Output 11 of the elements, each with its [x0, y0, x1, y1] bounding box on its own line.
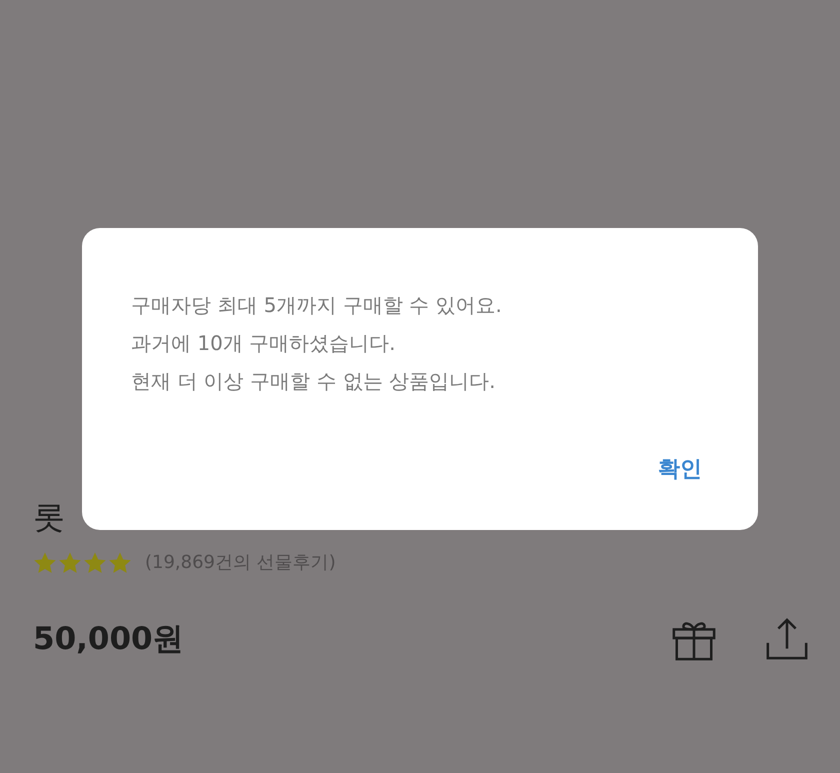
- share-icon[interactable]: [764, 616, 810, 662]
- star-icon: [58, 551, 82, 575]
- star-icon: [33, 551, 57, 575]
- product-price: 50,000원: [33, 620, 184, 659]
- star-icon: [108, 551, 132, 575]
- star-icon: [83, 551, 107, 575]
- confirm-button[interactable]: 확인: [656, 450, 704, 488]
- dialog-message: 현재 더 이상 구매할 수 없는 상품입니다.: [131, 368, 496, 395]
- dialog-message: 과거에 10개 구매하셨습니다.: [131, 330, 396, 357]
- dialog-message: 구매자당 최대 5개까지 구매할 수 있어요.: [131, 292, 502, 319]
- product-title: 롯: [33, 497, 65, 538]
